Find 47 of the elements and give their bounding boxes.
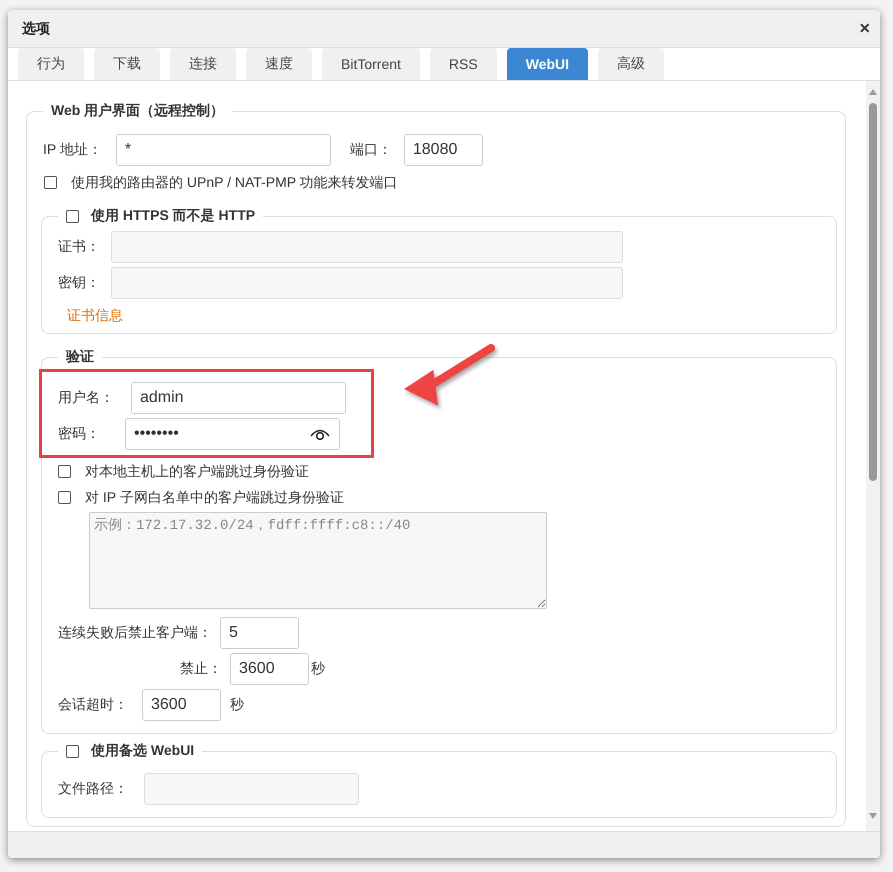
field-label: 连续失败后禁止客户端： — [58, 624, 212, 642]
tab[interactable]: 行为 — [18, 48, 84, 80]
key-field[interactable] — [111, 267, 623, 299]
checkbox[interactable] — [58, 464, 71, 478]
tab[interactable]: 速度 — [246, 48, 312, 80]
scrollbar[interactable] — [866, 81, 880, 831]
ban-attempts-field[interactable]: 5 — [220, 617, 299, 649]
field-label: 禁止： — [179, 660, 222, 678]
ban-duration-field[interactable]: 3600 — [230, 653, 309, 685]
tab[interactable]: WebUI — [506, 48, 588, 80]
unit-label: 秒 — [311, 660, 325, 678]
field-label: 密码： — [58, 425, 101, 443]
checkbox[interactable] — [66, 744, 79, 758]
section-title: 验证 — [64, 348, 95, 366]
checkbox-label: 对本地主机上的客户端跳过身份验证 — [85, 463, 309, 479]
checkbox[interactable] — [58, 490, 71, 504]
window-title: 选项 — [22, 20, 50, 38]
session-timeout-field[interactable]: 3600 — [142, 689, 221, 721]
checkbox[interactable] — [66, 210, 79, 222]
ip-address-field[interactable]: * — [116, 134, 331, 166]
checkbox-label: 使用我的路由器的 UPnP / NAT-PMP 功能来转发端口 — [71, 174, 398, 190]
tab[interactable]: RSS — [430, 48, 497, 80]
field-label: 会话超时： — [58, 696, 128, 714]
checkbox[interactable] — [44, 176, 57, 188]
section-title: 使用备选 WebUI — [91, 742, 194, 760]
field-label: 密钥： — [58, 274, 100, 292]
tab[interactable]: BitTorrent — [322, 48, 420, 80]
checkbox-label: 对 IP 子网白名单中的客户端跳过身份验证 — [85, 489, 344, 505]
tab[interactable]: 高级 — [598, 48, 664, 80]
eye-icon[interactable] — [310, 427, 330, 441]
field-label: 证书： — [58, 238, 100, 256]
password-field[interactable]: •••••••• — [125, 418, 340, 450]
section-title: 使用 HTTPS 而不是 HTTP — [91, 207, 256, 225]
field-label: 用户名： — [58, 389, 114, 407]
username-field[interactable]: admin — [131, 382, 346, 414]
section-title: Web 用户界面（远程控制） — [50, 102, 226, 120]
field-label: 端口： — [350, 141, 392, 159]
field-label: IP 地址： — [43, 141, 102, 159]
close-button[interactable]: × — [857, 18, 872, 39]
tab[interactable]: 连接 — [170, 48, 236, 80]
file-path-field[interactable] — [144, 773, 359, 805]
field-label: 文件路径： — [58, 780, 128, 798]
unit-label: 秒 — [230, 696, 244, 714]
port-field[interactable]: 18080 — [404, 134, 483, 166]
whitelist-field[interactable]: 示例：172.17.32.0/24，fdff:ffff:c8::/40 — [89, 512, 547, 609]
tab[interactable]: 下载 — [94, 48, 160, 80]
certificate-field[interactable] — [111, 231, 623, 263]
